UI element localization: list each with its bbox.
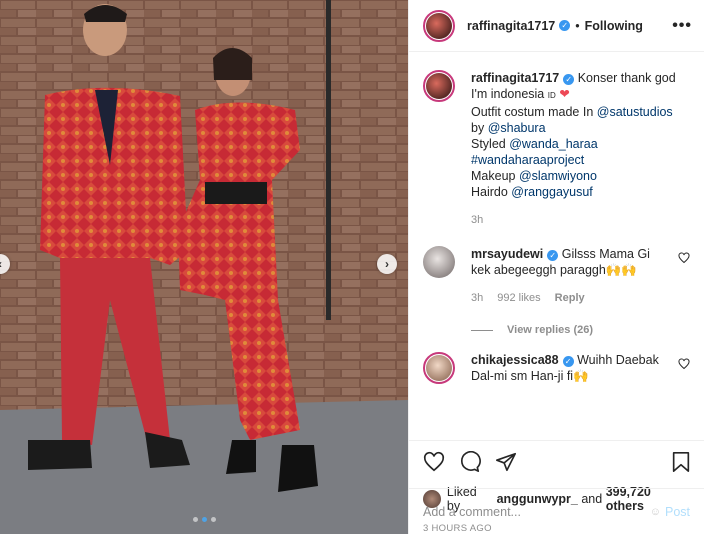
carousel-dot	[192, 517, 198, 522]
like-heart-icon[interactable]	[423, 451, 445, 473]
verified-icon: ✓	[547, 250, 559, 261]
commenter-avatar[interactable]	[423, 352, 455, 384]
mention-link[interactable]: @ranggayusuf	[511, 185, 593, 199]
caption-line: Makeup	[471, 169, 519, 183]
verified-icon: ✓	[562, 356, 574, 367]
caption-line: by	[471, 121, 488, 135]
caption-meta: 3h	[471, 212, 690, 228]
save-bookmark-icon[interactable]	[670, 451, 692, 473]
post-photo[interactable]: ‹ ›	[0, 0, 408, 534]
author-avatar[interactable]	[423, 9, 455, 42]
caption-line: Outfit costum made In	[471, 105, 597, 119]
comment-meta: 3h 992 likes Reply	[471, 290, 672, 306]
next-image-button[interactable]: ›	[377, 254, 397, 274]
comment-body: mrsayudewi ✓ Gilsss Mama Gi kek abegeeggh…	[471, 246, 672, 306]
reply-button[interactable]: Reply	[555, 290, 585, 306]
add-comment-bar: ☺ Post	[409, 488, 704, 534]
caption-line: I'm indonesia	[471, 87, 545, 101]
mention-link[interactable]: @shabura	[488, 121, 546, 135]
carousel-indicator	[0, 517, 408, 522]
caption-username[interactable]: raffinagita1717	[471, 71, 559, 85]
caption-time[interactable]: 3h	[471, 212, 483, 228]
flag-id-tag: ID	[547, 91, 556, 100]
post-comment-button[interactable]: Post	[665, 505, 690, 519]
comment-time[interactable]: 3h	[471, 290, 483, 306]
like-comment-heart-icon[interactable]	[678, 358, 690, 370]
comment-item: chikajessica88 ✓ Wuihh Daebak Dal-mi sm H…	[423, 352, 690, 384]
mention-link[interactable]: @satustudios	[597, 105, 673, 119]
comment-likes[interactable]: 992 likes	[497, 290, 540, 306]
comment-bubble-icon[interactable]	[459, 451, 481, 473]
red-heart-emoji: ❤	[559, 87, 570, 101]
comment-body: chikajessica88 ✓ Wuihh Daebak Dal-mi sm H…	[471, 352, 672, 384]
commenter-username[interactable]: mrsayudewi	[471, 247, 543, 261]
caption: raffinagita1717 ✓ Konser thank god I'm in…	[423, 70, 690, 228]
instagram-post-view: ‹ › raffinagita1717 ✓ • Following ••• ra…	[0, 0, 704, 534]
hashtag-link[interactable]: #wandaharaaproject	[471, 153, 584, 167]
comment-item: mrsayudewi ✓ Gilsss Mama Gi kek abegeeggh…	[423, 246, 690, 306]
caption-avatar[interactable]	[423, 70, 455, 102]
caption-line: Konser thank god	[577, 71, 676, 85]
emoji-picker-icon[interactable]: ☺	[650, 506, 661, 518]
verified-icon: ✓	[559, 20, 571, 31]
post-header: raffinagita1717 ✓ • Following •••	[409, 0, 704, 52]
comments-list: raffinagita1717 ✓ Konser thank god I'm in…	[409, 52, 704, 440]
caption-body: raffinagita1717 ✓ Konser thank god I'm in…	[471, 70, 690, 228]
replies-divider	[471, 329, 493, 331]
view-replies-button[interactable]: View replies (26)	[471, 324, 690, 336]
more-options-icon[interactable]: •••	[672, 17, 692, 35]
header-separator: •	[575, 18, 580, 33]
mention-link[interactable]: @wanda_haraa	[509, 137, 597, 151]
carousel-dot-active	[201, 517, 207, 522]
commenter-username[interactable]: chikajessica88	[471, 353, 559, 367]
like-comment-heart-icon[interactable]	[678, 252, 690, 264]
caption-line: Hairdo	[471, 185, 512, 199]
carousel-dot	[210, 517, 216, 522]
post-image	[0, 0, 408, 534]
share-paper-plane-icon[interactable]	[495, 451, 517, 473]
author-username[interactable]: raffinagita1717	[467, 19, 555, 33]
action-icons-row	[423, 449, 692, 475]
caption-line: Styled	[471, 137, 510, 151]
mention-link[interactable]: @slamwiyono	[519, 169, 597, 183]
following-button[interactable]: Following	[585, 19, 643, 33]
post-side-panel: raffinagita1717 ✓ • Following ••• raffin…	[408, 0, 704, 534]
verified-icon: ✓	[563, 74, 575, 85]
commenter-avatar[interactable]	[423, 246, 455, 278]
comment-input[interactable]	[423, 504, 650, 519]
view-replies-label: View replies (26)	[507, 324, 594, 336]
